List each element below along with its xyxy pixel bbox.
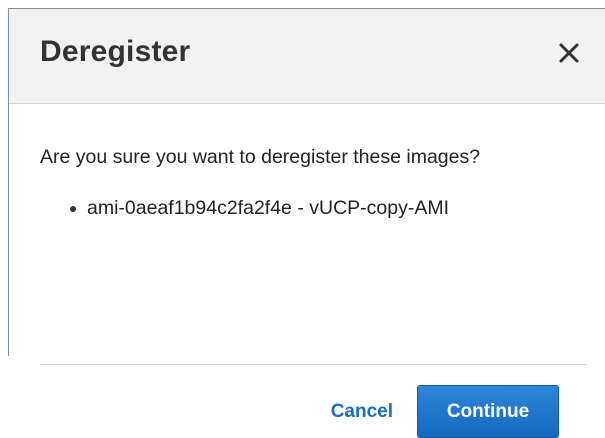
list-item: ami-0aeaf1b94c2fa2f4e - vUCP-copy-AMI [70, 197, 449, 220]
deregister-dialog: Deregister Are you sure you want to dere… [8, 8, 605, 438]
close-button[interactable] [555, 39, 583, 67]
dialog-footer: Cancel Continue [331, 385, 559, 438]
bullet-icon [70, 206, 76, 212]
image-list: ami-0aeaf1b94c2fa2f4e - vUCP-copy-AMI [70, 197, 449, 220]
image-label: ami-0aeaf1b94c2fa2f4e - vUCP-copy-AMI [87, 197, 449, 219]
close-icon [558, 42, 580, 64]
confirmation-question: Are you sure you want to deregister thes… [40, 146, 481, 168]
dialog-header: Deregister [9, 9, 605, 104]
continue-button[interactable]: Continue [417, 385, 559, 438]
footer-divider [40, 364, 587, 365]
dialog-title: Deregister [40, 35, 191, 68]
cancel-button[interactable]: Cancel [331, 401, 393, 423]
